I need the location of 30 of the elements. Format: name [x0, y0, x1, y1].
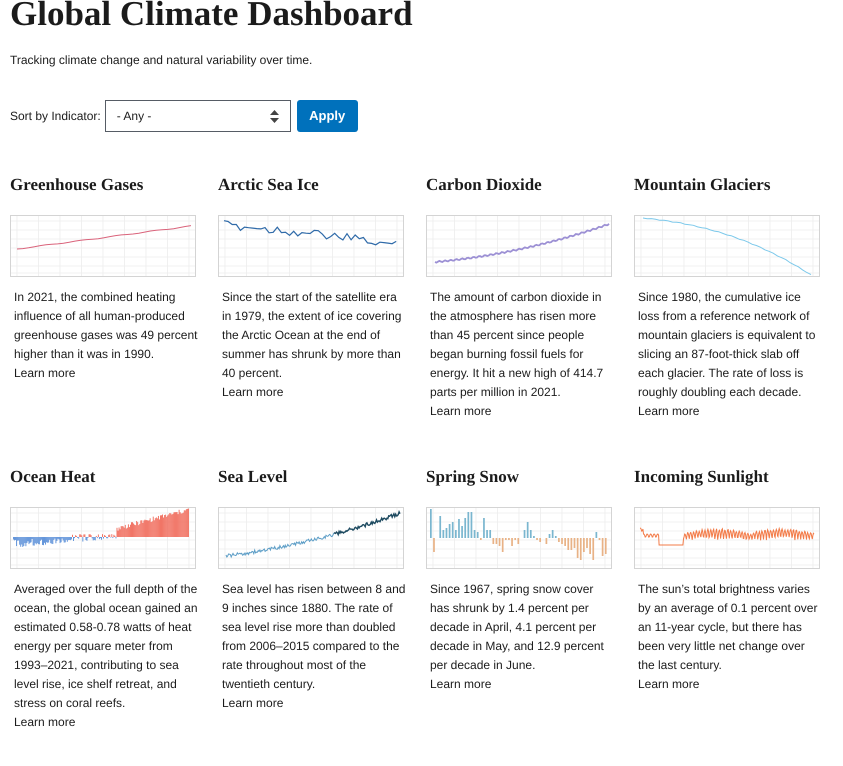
indicator-title: Greenhouse Gases [10, 175, 144, 195]
page-subtitle: Tracking climate change and natural variability over time. [10, 52, 312, 69]
indicator-title: Spring Snow [426, 467, 520, 487]
learn-more-link[interactable]: Learn more [638, 675, 700, 694]
indicator-title: Carbon Dioxide [426, 175, 542, 195]
indicator-description: The amount of carbon dioxide in the atmosphere has risen more than 45 percent since people began burning fossil fuels for energy. It hit a new high of 414.7 parts per million in 2021. [429, 289, 604, 401]
learn-more-link[interactable]: Learn more [14, 713, 76, 732]
sort-arrows-icon [270, 110, 279, 122]
indicator-description: In 2021, the combined heating influence of all human-produced greenhouse gases was 49 percent higher than it was in 1990. [13, 289, 198, 363]
indicator-title: Arctic Sea Ice [218, 175, 319, 195]
learn-more-link[interactable]: Learn more [430, 402, 492, 421]
indicator-description: Since 1980, the cumulative ice loss from a reference network of mountain glaciers is equivalent to slicing an 87-foot-thick slab off each glacier. The rate of loss is roughly doubling each decade. [637, 289, 816, 401]
page-title: Global Climate Dashboard [10, 0, 413, 31]
indicator-description: Since 1967, spring snow cover has shrunk by 1.4 percent per decade in April, 4.1 percent per decade in May, and 12.9 percent per decade in June. [429, 581, 605, 674]
indicator-title: Incoming Sunlight [634, 467, 769, 487]
learn-more-link[interactable]: Learn more [222, 383, 284, 402]
indicator-description: Since the start of the satellite era in 1979, the extent of ice covering the Arctic Ocean at the end of summer has shrunk by more than 40 percent. [221, 289, 402, 382]
indicator-select[interactable]: - Any - [104, 100, 291, 132]
indicator-description: The sun’s total brightness varies by an average of 0.1 percent over an 11-year cycle, but there has been very little net change over the last century. [637, 581, 818, 674]
learn-more-link[interactable]: Learn more [638, 402, 700, 421]
indicator-title: Ocean Heat [10, 467, 96, 487]
learn-more-link[interactable]: Learn more [222, 694, 284, 713]
indicator-title: Sea Level [218, 467, 288, 487]
apply-button[interactable]: Apply [296, 100, 358, 132]
indicator-description: Averaged over the full depth of the ocean, the global ocean gained an estimated 0.58-0.78 watts of heat energy per square meter from 1993–2021, contributing to sea level rise, ice shelf retreat, and stress on coral reefs. [13, 581, 198, 712]
indicator-description: Sea level has risen between 8 and 9 inches since 1880. The rate of sea level rise more than doubled from 2006–2015 compared to the rate throughout most of the twentieth century. [221, 581, 406, 693]
sort-label: Sort by Indicator: [10, 108, 101, 124]
learn-more-link[interactable]: Learn more [14, 364, 76, 383]
indicator-title: Mountain Glaciers [634, 175, 770, 195]
learn-more-link[interactable]: Learn more [430, 675, 492, 694]
